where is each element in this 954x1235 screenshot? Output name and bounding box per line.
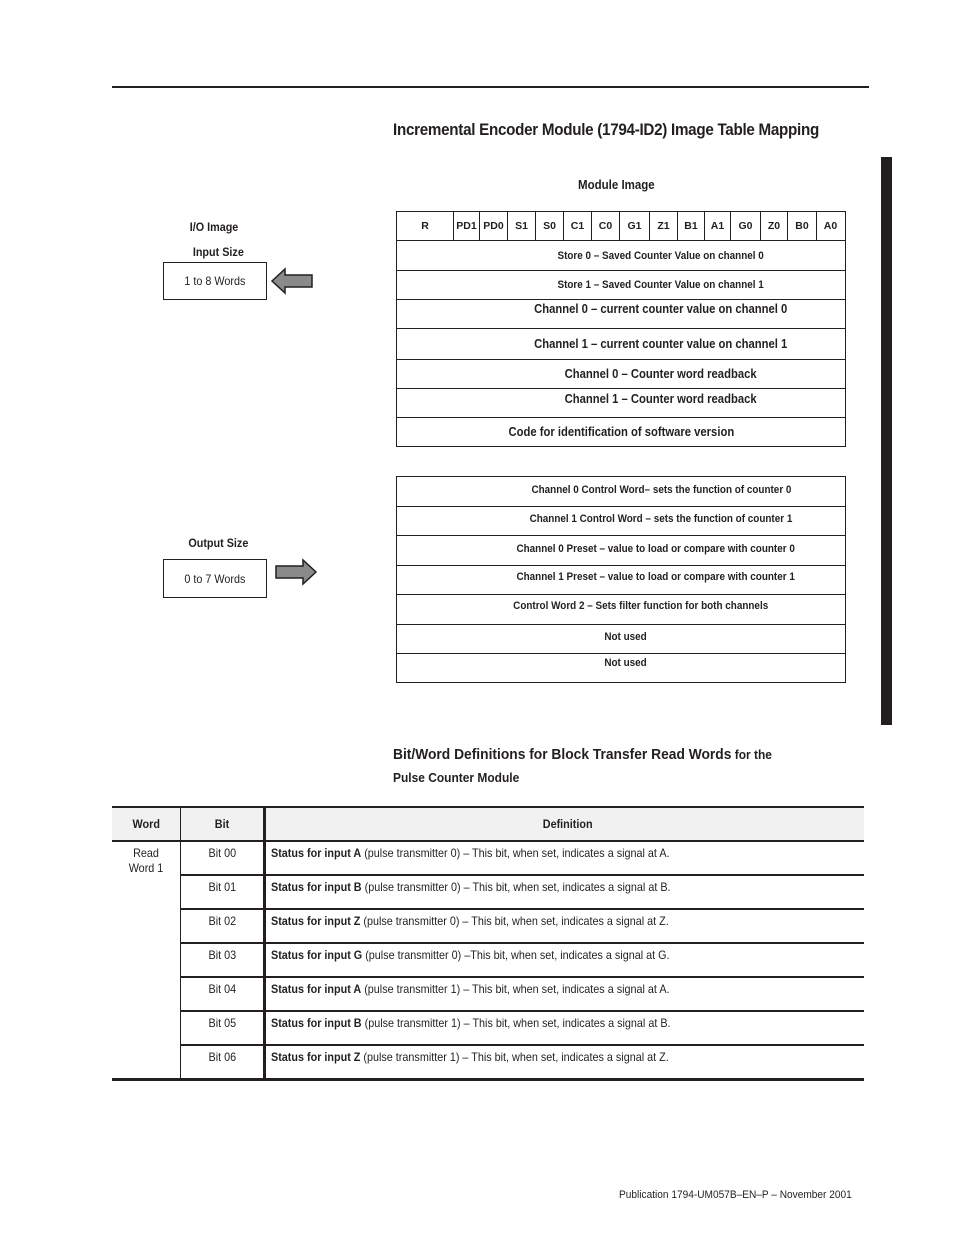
word-cell: Read Word 1 [112, 841, 181, 1081]
table-row: Bit 03 Status for input G (pulse transmi… [112, 943, 864, 978]
bit-header-row: R PD1 PD0 S1 S0 C1 C0 G1 Z1 B1 A1 G0 Z0 … [397, 212, 845, 240]
table-row: Bit 04 Status for input A (pulse transmi… [112, 977, 864, 1012]
definitions-heading-line2: Pulse Counter Module [393, 770, 520, 785]
write-word-row: Channel 1 Preset – value to load or comp… [397, 565, 845, 594]
io-image-label: I/O Image [189, 220, 239, 234]
definition-cell: Status for input G (pulse transmitter 0)… [264, 943, 864, 978]
column-header-bit: Bit [180, 806, 266, 842]
column-header-definition: Definition [264, 806, 864, 842]
write-word-row: Control Word 2 – Sets filter function fo… [397, 594, 845, 624]
definition-cell: Status for input Z (pulse transmitter 0)… [264, 909, 864, 944]
table-row: Bit 05 Status for input B (pulse transmi… [112, 1011, 864, 1046]
table-row: Bit 02 Status for input Z (pulse transmi… [112, 909, 864, 944]
bit-cell: B0 [787, 212, 816, 240]
bit-cell: Bit 04 [180, 977, 266, 1012]
bit-cell: Z0 [760, 212, 787, 240]
table-row: Read Word 1 Bit 00 Status for input A (p… [112, 841, 864, 1081]
definitions-table: Word Bit Definition Read Word 1 Bit 00 S… [112, 806, 864, 1081]
output-size-value: 0 to 7 Words [184, 571, 246, 586]
bit-cell: S0 [535, 212, 563, 240]
arrow-left-icon [270, 267, 313, 295]
bit-cell: A0 [816, 212, 844, 240]
bit-cell: Bit 03 [180, 943, 266, 978]
definitions-heading-main: Bit/Word Definitions for Block Transfer … [393, 746, 732, 763]
bit-cell: C0 [591, 212, 619, 240]
input-size-label: Input Size [192, 245, 244, 259]
write-word-row: Channel 0 Preset – value to load or comp… [397, 535, 845, 565]
column-header-word: Word [112, 806, 181, 842]
publication-footer: Publication 1794-UM057B–EN–P – November … [619, 1189, 852, 1201]
module-read-image-table: R PD1 PD0 S1 S0 C1 C0 G1 Z1 B1 A1 G0 Z0 … [396, 211, 846, 447]
output-size-box: 0 to 7 Words [163, 559, 267, 598]
write-word-row: Channel 1 Control Word – sets the functi… [397, 506, 845, 535]
read-word-row: Channel 0 – current counter value on cha… [397, 299, 845, 328]
definition-cell: Status for input A (pulse transmitter 0)… [264, 841, 864, 876]
bit-cell: Bit 05 [180, 1011, 266, 1046]
table-row: Bit 01 Status for input B (pulse transmi… [112, 875, 864, 910]
bit-cell: S1 [507, 212, 535, 240]
table-row: Bit 06 Status for input Z (pulse transmi… [112, 1045, 864, 1081]
input-size-box: 1 to 8 Words [163, 262, 267, 300]
definition-cell: Status for input Z (pulse transmitter 1)… [264, 1045, 864, 1081]
bit-cell: R [421, 220, 429, 232]
header-rule [112, 86, 869, 88]
bit-cell: G0 [730, 212, 760, 240]
arrow-right-icon [275, 558, 318, 586]
bit-cell: Bit 02 [180, 909, 266, 944]
read-word-row: Channel 1 – current counter value on cha… [397, 328, 845, 359]
definition-cell: Status for input B (pulse transmitter 0)… [264, 875, 864, 910]
definitions-heading-tail: for the [731, 747, 772, 762]
bit-cell: A1 [704, 212, 730, 240]
module-write-image-table: Channel 0 Control Word– sets the functio… [396, 476, 846, 683]
bit-cell: PD0 [479, 212, 507, 240]
output-size-label: Output Size [188, 536, 249, 550]
page-title: Incremental Encoder Module (1794-ID2) Im… [393, 121, 819, 139]
read-word-row: Code for identification of software vers… [397, 417, 845, 446]
write-word-row: Not used [397, 653, 845, 682]
module-image-label: Module Image [578, 178, 655, 192]
definition-cell: Status for input B (pulse transmitter 1)… [264, 1011, 864, 1046]
bit-cell: PD1 [453, 212, 479, 240]
read-word-row: Channel 0 – Counter word readback [397, 359, 845, 388]
bit-cell: Bit 06 [180, 1045, 266, 1081]
read-word-row: Channel 1 – Counter word readback [397, 388, 845, 417]
read-word-row: Store 0 – Saved Counter Value on channel… [397, 240, 845, 270]
bit-cell: Bit 01 [180, 875, 266, 910]
bit-cell: G1 [619, 212, 649, 240]
table-header-row: Word Bit Definition [112, 806, 864, 842]
input-size-value: 1 to 8 Words [184, 274, 246, 288]
definition-cell: Status for input A (pulse transmitter 1)… [264, 977, 864, 1012]
chapter-side-tab [881, 157, 892, 725]
bit-cell: Z1 [649, 212, 677, 240]
write-word-row: Channel 0 Control Word– sets the functio… [531, 484, 791, 496]
write-word-row: Not used [397, 624, 845, 653]
bit-cell: B1 [677, 212, 704, 240]
definitions-heading: Bit/Word Definitions for Block Transfer … [393, 746, 772, 764]
bit-cell: C1 [563, 212, 591, 240]
read-word-row: Store 1 – Saved Counter Value on channel… [397, 270, 845, 299]
bit-cell: Bit 00 [180, 841, 266, 876]
